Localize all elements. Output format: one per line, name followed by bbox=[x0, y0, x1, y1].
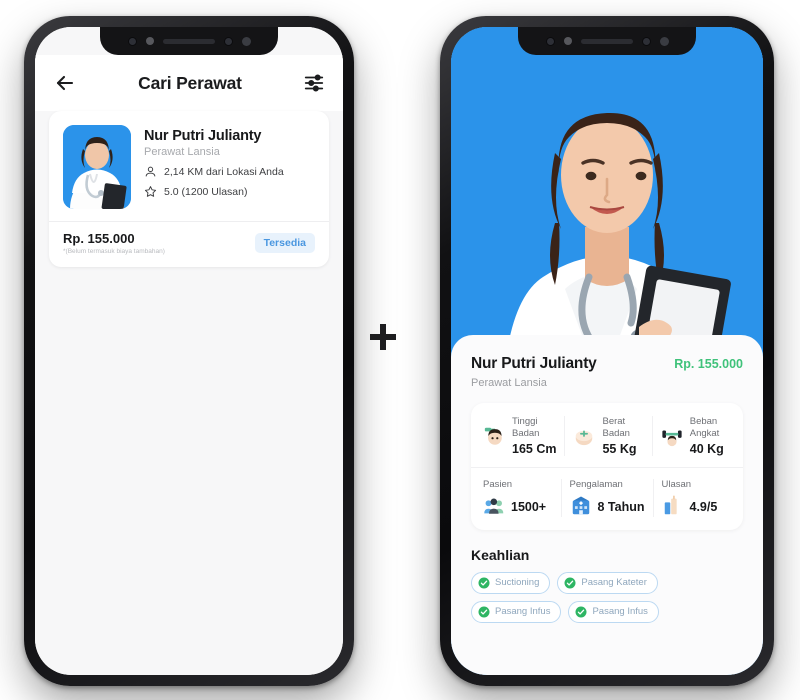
skills-list: Suctioning Pasang Kateter Pasang Infus P… bbox=[471, 571, 743, 623]
people-icon bbox=[484, 498, 504, 514]
stats-row-physical: Tinggi Badan 165 Cm Berat Badan 55 Kg Be… bbox=[471, 405, 743, 467]
stat-berat-badan: Berat Badan 55 Kg bbox=[564, 416, 651, 456]
sliders-filter-icon[interactable] bbox=[303, 72, 325, 94]
detail-sheet: Nur Putri Julianty Rp. 155.000 Perawat L… bbox=[451, 335, 763, 675]
check-circle-icon bbox=[478, 606, 490, 618]
check-circle-icon bbox=[575, 606, 587, 618]
nurse-role: Perawat Lansia bbox=[144, 146, 220, 158]
stat-label: Tinggi Badan bbox=[512, 416, 540, 439]
stat-ulasan: Ulasan 4.9/5 bbox=[652, 478, 740, 517]
stat-value: 165 Cm bbox=[512, 441, 557, 456]
front-camera-icon bbox=[127, 36, 137, 46]
stat-beban-angkat: Beban Angkat 40 Kg bbox=[651, 416, 739, 456]
stat-value: 1500+ bbox=[511, 499, 547, 514]
dumbbell-icon bbox=[662, 430, 682, 446]
status-badge: Tersedia bbox=[254, 233, 315, 253]
ambient-sensor-icon bbox=[241, 36, 251, 46]
skill-label: Pasang Infus bbox=[495, 606, 551, 618]
distance-row: 2,14 KM dari Lokasi Anda bbox=[144, 165, 315, 178]
earpiece-speaker-icon bbox=[162, 38, 215, 44]
weight-scale-icon bbox=[576, 430, 593, 446]
stat-label: Pengalaman bbox=[569, 478, 623, 490]
proximity-sensor-icon bbox=[223, 36, 233, 46]
stats-panel: Tinggi Badan 165 Cm Berat Badan 55 Kg Be… bbox=[471, 403, 743, 530]
skill-label: Pasang Infus bbox=[592, 606, 648, 618]
nurse-name: Nur Putri Julianty bbox=[471, 355, 597, 372]
arrow-left-icon[interactable] bbox=[53, 71, 77, 95]
phone-screen-left: Cari Perawat Nur Putri Julianty Perawat … bbox=[35, 27, 343, 675]
nurse-detail-screen: Nur Putri Julianty Rp. 155.000 Perawat L… bbox=[451, 27, 763, 675]
hero-photo bbox=[451, 27, 763, 387]
stat-label: Ulasan bbox=[661, 478, 692, 490]
screenshot-stage: Cari Perawat Nur Putri Julianty Perawat … bbox=[0, 0, 800, 700]
phone-notch-right bbox=[518, 27, 696, 55]
stat-label: Berat Badan bbox=[602, 416, 630, 439]
plus-icon bbox=[370, 324, 396, 350]
stat-value: 8 Tahun bbox=[597, 499, 645, 514]
proximity-sensor-icon bbox=[641, 36, 651, 46]
front-camera-icon bbox=[545, 36, 555, 46]
rating-row: 5.0 (1200 Ulasan) bbox=[144, 185, 315, 198]
stat-value: 40 Kg bbox=[689, 441, 724, 456]
location-pin-icon bbox=[145, 166, 156, 177]
page-title: Cari Perawat bbox=[138, 72, 242, 93]
nurse-role: Perawat Lansia bbox=[471, 377, 547, 389]
sensor-dot-icon bbox=[145, 37, 154, 45]
check-circle-icon bbox=[478, 577, 490, 589]
stat-label: Pasien bbox=[483, 478, 513, 490]
skill-chip[interactable]: Pasang Kateter bbox=[557, 571, 658, 594]
stat-value: 4.9/5 bbox=[689, 499, 718, 514]
stats-row-experience: Pasien 1500+ Pengalaman 8 Tahun Ulasan 4… bbox=[471, 466, 743, 528]
skill-chip[interactable]: Pasang Infus bbox=[471, 600, 562, 623]
stat-value: 55 Kg bbox=[602, 441, 637, 456]
earpiece-speaker-icon bbox=[580, 38, 633, 44]
skill-chip[interactable]: Suctioning bbox=[471, 571, 551, 594]
hospital-icon bbox=[572, 496, 589, 514]
phone-notch-left bbox=[100, 27, 278, 55]
skills-heading: Keahlian bbox=[471, 546, 530, 563]
skill-chip[interactable]: Pasang Infus bbox=[568, 600, 659, 623]
stat-pengalaman: Pengalaman 8 Tahun bbox=[560, 478, 653, 517]
skill-label: Pasang Kateter bbox=[581, 577, 647, 589]
distance-text: 2,14 KM dari Lokasi Anda bbox=[164, 165, 284, 178]
rating-text: 5.0 (1200 Ulasan) bbox=[164, 185, 248, 198]
price-note: *(Belum termasuk biaya tambahan) bbox=[63, 248, 165, 255]
check-circle-icon bbox=[564, 577, 576, 589]
nurse-name: Nur Putri Julianty bbox=[144, 128, 262, 144]
price-value: Rp. 155.000 bbox=[674, 357, 743, 371]
avatar bbox=[63, 125, 131, 209]
ambient-sensor-icon bbox=[659, 36, 669, 46]
phone-mockup-right: Nur Putri Julianty Rp. 155.000 Perawat L… bbox=[440, 16, 774, 686]
nurse-result-card[interactable]: Nur Putri Julianty Perawat Lansia 2,14 K… bbox=[49, 111, 329, 267]
stat-pasien: Pasien 1500+ bbox=[475, 479, 561, 517]
phone-screen-right: Nur Putri Julianty Rp. 155.000 Perawat L… bbox=[451, 27, 763, 675]
star-icon bbox=[144, 186, 157, 197]
skill-label: Suctioning bbox=[495, 577, 540, 589]
height-person-icon bbox=[484, 427, 502, 445]
app-header: Cari Perawat bbox=[35, 55, 343, 111]
sensor-dot-icon bbox=[563, 37, 572, 45]
stat-tinggi-badan: Tinggi Badan 165 Cm bbox=[475, 416, 564, 456]
price-value: Rp. 155.000 bbox=[63, 231, 135, 246]
phone-mockup-left: Cari Perawat Nur Putri Julianty Perawat … bbox=[24, 16, 354, 686]
search-screen: Cari Perawat Nur Putri Julianty Perawat … bbox=[35, 27, 343, 675]
stat-label: Beban Angkat bbox=[689, 416, 720, 439]
rating-bars-icon bbox=[664, 495, 677, 514]
